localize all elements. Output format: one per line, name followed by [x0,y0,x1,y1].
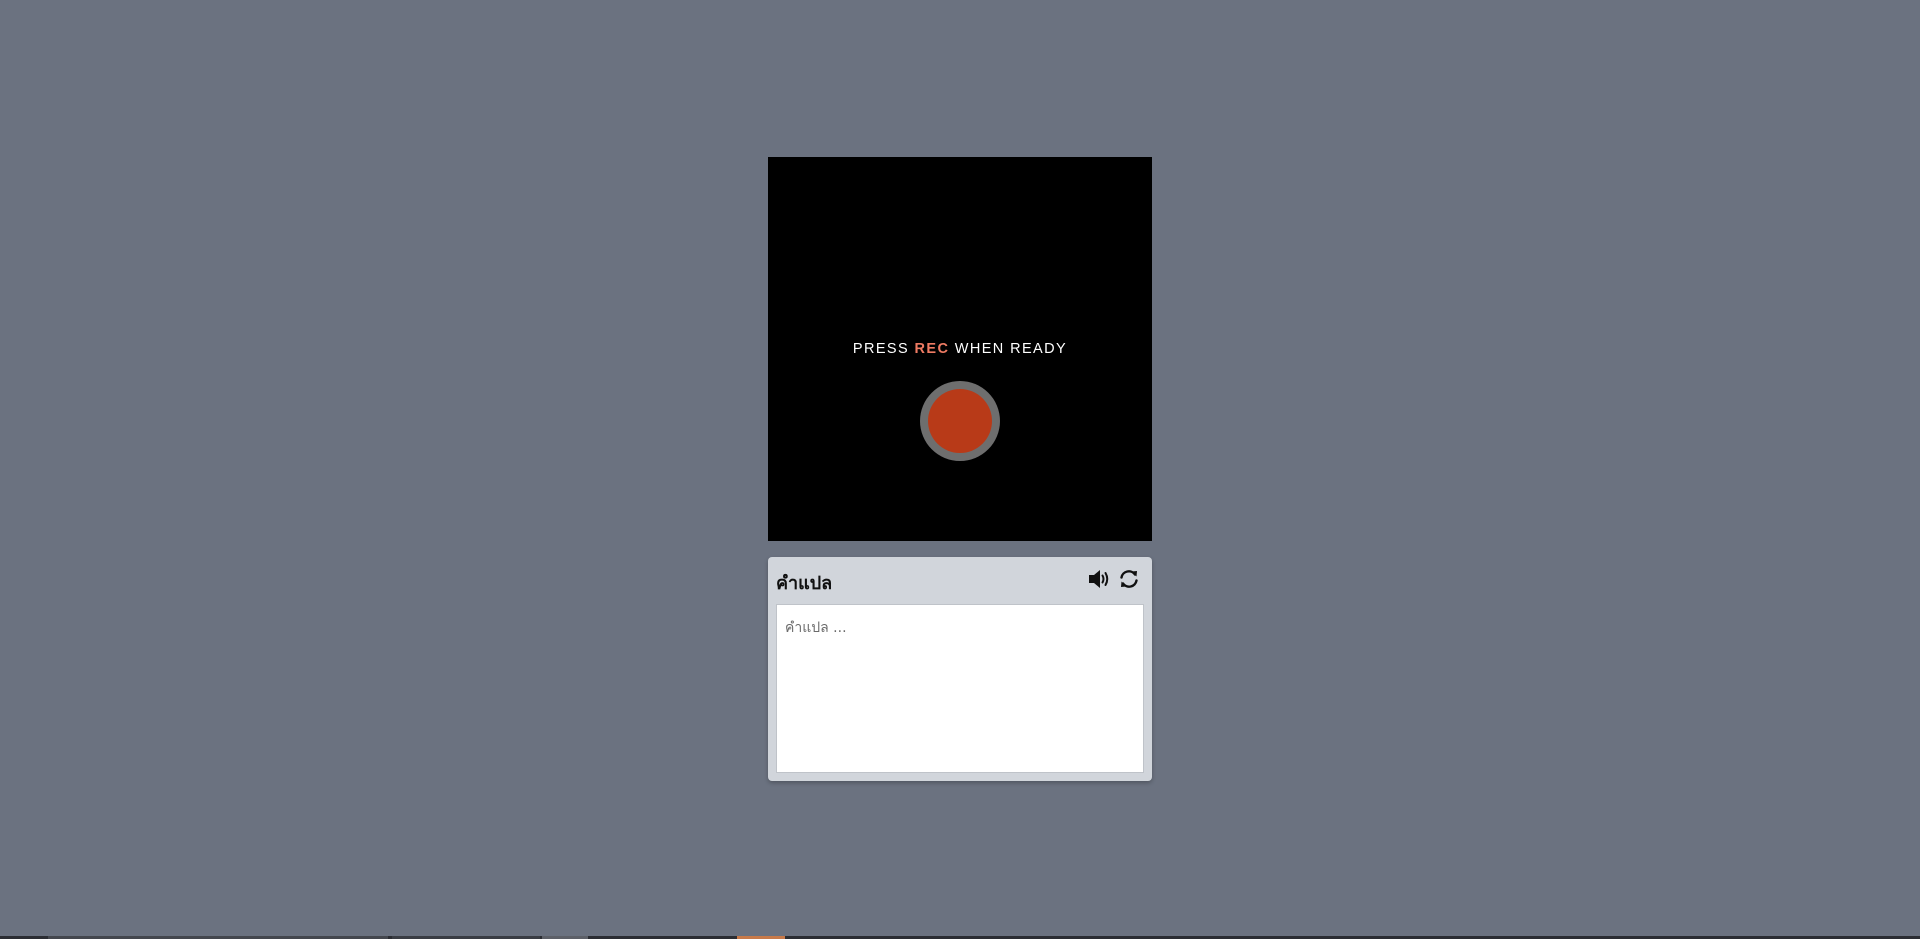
translation-panel: คำแปล [768,557,1152,781]
record-prompt: PRESS REC WHEN READY [768,341,1152,357]
prompt-text-after: WHEN READY [949,341,1068,357]
translation-textarea[interactable] [776,604,1144,773]
record-button-core [928,389,992,453]
translation-panel-title: คำแปล [776,573,833,594]
refresh-button[interactable] [1116,567,1142,591]
prompt-text-before: PRESS [852,341,915,357]
refresh-icon [1120,570,1138,588]
recorder-stage: PRESS REC WHEN READY [768,157,1152,541]
speaker-icon [1089,570,1109,588]
prompt-rec-text: REC [914,341,950,357]
record-button[interactable] [920,381,1000,461]
speaker-button[interactable] [1086,567,1112,591]
translation-panel-header: คำแปล [776,565,1144,594]
